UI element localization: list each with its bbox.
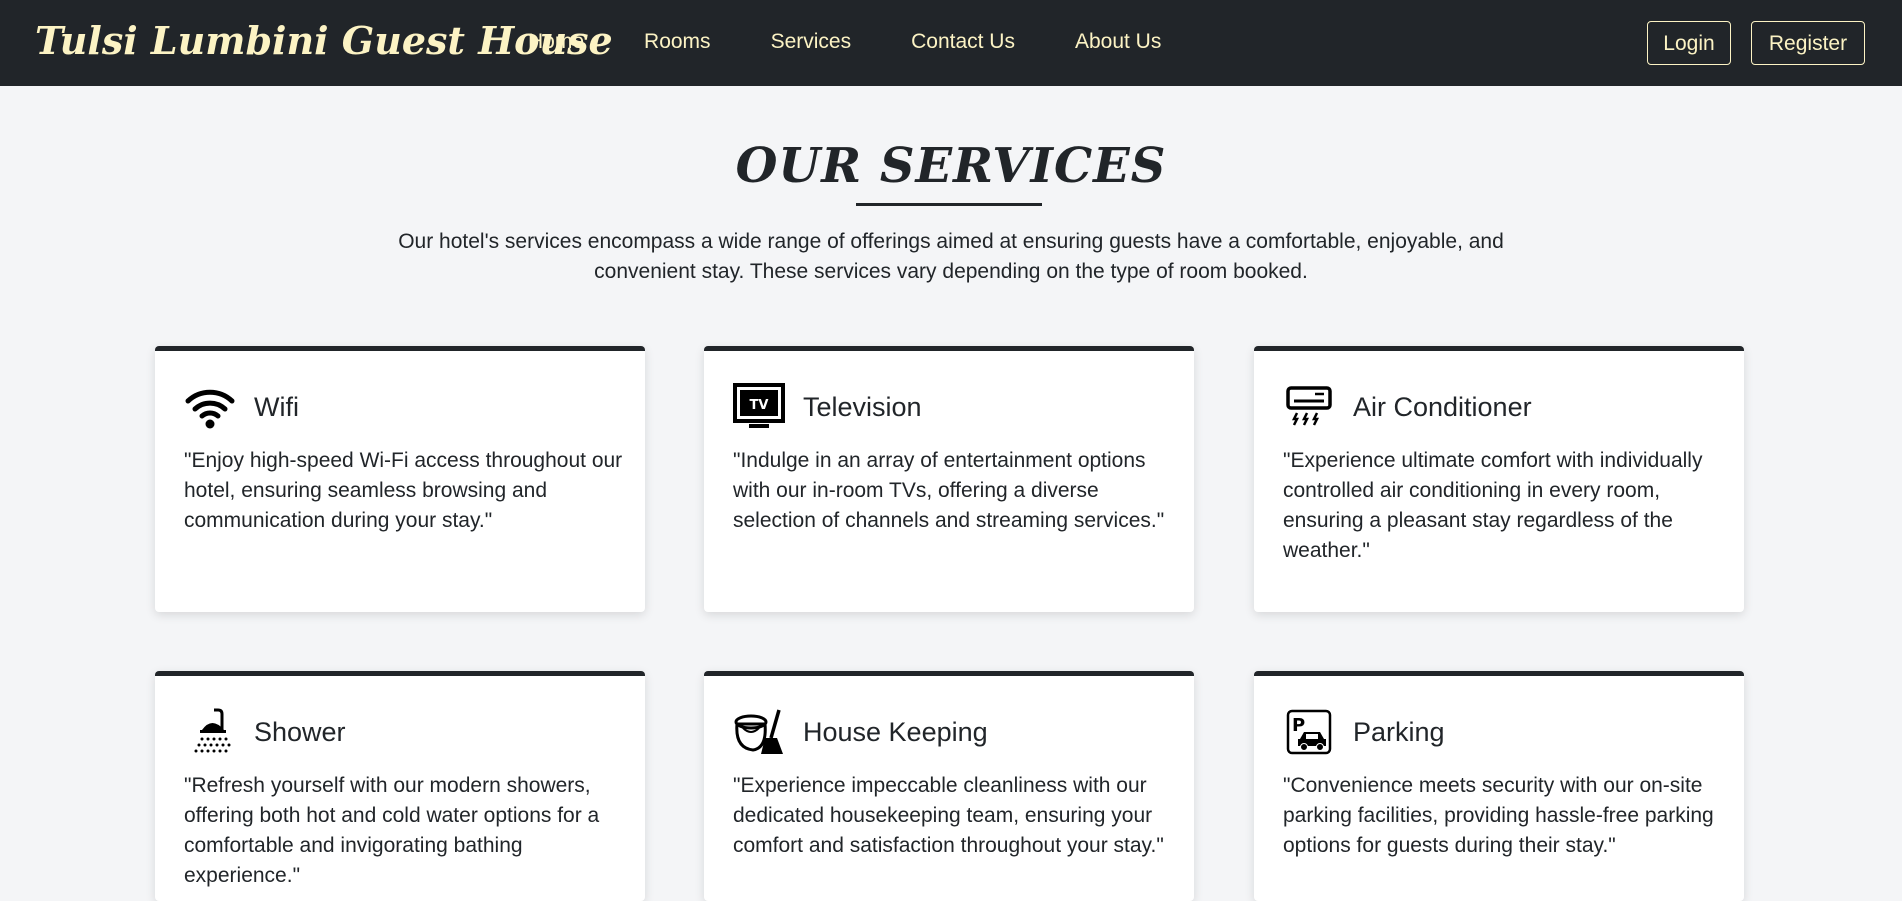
service-title: Wifi — [254, 391, 299, 422]
nav-link-rooms[interactable]: Rooms — [644, 30, 711, 54]
air-conditioner-icon — [1283, 383, 1335, 431]
nav-link-contact-us[interactable]: Contact Us — [911, 30, 1015, 54]
service-description: "Experience impeccable cleanliness with … — [733, 774, 1164, 857]
page-title: OUR SERVICES — [735, 138, 1167, 194]
service-title: Television — [803, 391, 922, 422]
housekeeping-icon — [733, 708, 785, 756]
service-card-television: TV Television "Indulge in an array of en… — [704, 346, 1194, 612]
service-card-wifi: Wifi "Enjoy high-speed Wi-Fi access thro… — [155, 346, 645, 612]
svg-text:P: P — [1292, 715, 1305, 736]
service-card-air-conditioner: Air Conditioner "Experience ultimate com… — [1254, 346, 1744, 612]
register-button[interactable]: Register — [1751, 21, 1865, 65]
nav-links: Home Rooms Services Contact Us About Us — [528, 30, 1221, 54]
service-title: House Keeping — [803, 716, 988, 747]
tv-icon: TV — [733, 383, 785, 431]
service-description: "Experience ultimate comfort with indivi… — [1283, 449, 1703, 562]
brand-logo[interactable]: Tulsi Lumbini Guest House — [35, 18, 613, 63]
login-button[interactable]: Login — [1647, 21, 1731, 65]
nav-link-about-us[interactable]: About Us — [1075, 30, 1161, 54]
service-description: "Indulge in an array of entertainment op… — [733, 449, 1165, 532]
service-title: Parking — [1353, 716, 1445, 747]
shower-icon — [184, 708, 236, 756]
service-description: "Enjoy high-speed Wi-Fi access throughou… — [184, 449, 623, 532]
service-description: "Refresh yourself with our modern shower… — [184, 774, 600, 887]
service-title: Air Conditioner — [1353, 391, 1532, 422]
navbar: Tulsi Lumbini Guest House Home Rooms Ser… — [0, 0, 1902, 86]
svg-text:TV: TV — [750, 398, 769, 413]
wifi-icon — [184, 383, 236, 431]
parking-icon: P — [1283, 708, 1335, 756]
services-intro: Our hotel's services encompass a wide ra… — [398, 230, 1504, 283]
title-underline — [856, 203, 1042, 206]
service-description: "Convenience meets security with our on-… — [1283, 774, 1714, 857]
service-card-shower: Shower "Refresh yourself with our modern… — [155, 671, 645, 901]
nav-link-services[interactable]: Services — [771, 30, 852, 54]
service-card-parking: P Parking "Convenience meets security wi… — [1254, 671, 1744, 901]
service-card-house-keeping: House Keeping "Experience impeccable cle… — [704, 671, 1194, 901]
nav-link-home[interactable]: Home — [528, 30, 584, 54]
service-title: Shower — [254, 716, 346, 747]
